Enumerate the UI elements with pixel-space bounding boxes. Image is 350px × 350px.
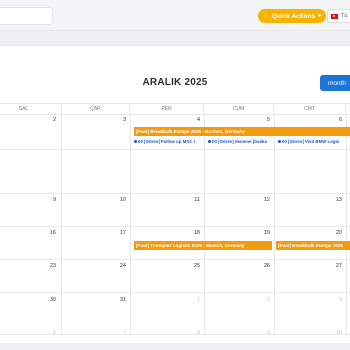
event-breakbulk-europe[interactable]: [Fuar] Breakbulk Europe 2025 [276, 241, 350, 250]
day-number[interactable]: 11 [180, 197, 200, 203]
task-dot-icon [208, 139, 211, 143]
day-number[interactable]: 10 [106, 197, 126, 203]
day-number[interactable]: 9 [36, 197, 56, 203]
chevron-down-icon: ▼ [317, 13, 323, 19]
event-transport-logistic-munich[interactable]: [Fuar] Transport Logistic 2025 - Munich,… [134, 241, 272, 250]
task-label: 00 [Görev] deneme (bueka [212, 139, 267, 144]
day-number-next-month[interactable]: 1 [180, 297, 200, 303]
day-number[interactable]: 16 [36, 230, 56, 236]
day-number[interactable]: 24 [106, 263, 126, 269]
day-number[interactable]: 18 [180, 230, 200, 236]
day-number[interactable]: 13 [322, 197, 342, 203]
day-number-next-month[interactable]: 7 [106, 330, 126, 336]
weekday-header: SAL [0, 104, 62, 114]
month-view-button[interactable]: month [320, 75, 350, 91]
task-label: 00 [Görev] Visit BMW Logis [282, 139, 340, 144]
task-dot-icon [278, 139, 281, 143]
day-number[interactable]: 4 [180, 117, 200, 123]
calendar-card: ARALIK 2025 month SAL ÇAR PER CUM CMT 2 [0, 45, 350, 343]
day-number[interactable]: 27 [322, 263, 342, 269]
day-number-next-month[interactable]: 2 [250, 297, 270, 303]
day-number[interactable]: 5 [250, 117, 270, 123]
weekday-header: CMT [274, 104, 346, 114]
task-item[interactable]: 00 [Görev] deneme (bueka [208, 139, 272, 145]
day-number[interactable]: 26 [250, 263, 270, 269]
day-number[interactable]: 17 [106, 230, 126, 236]
day-number[interactable]: 19 [250, 230, 270, 236]
turkey-flag-icon [331, 13, 338, 19]
top-bar: ⚡ Quick Actions ▼ Tü [0, 0, 350, 31]
weekday-header: ÇAR [62, 104, 130, 114]
day-number[interactable]: 30 [36, 297, 56, 303]
task-dot-icon [134, 139, 137, 143]
weekday-header: PER [130, 104, 204, 114]
day-number-next-month[interactable]: 3 [322, 297, 342, 303]
task-label: 00 [Görev] Follow up MSC I [138, 139, 195, 144]
day-number[interactable]: 23 [36, 263, 56, 269]
task-item[interactable]: 00 [Görev] Visit BMW Logis [278, 139, 348, 145]
day-number[interactable]: 25 [180, 263, 200, 269]
day-number[interactable]: 2 [36, 117, 56, 123]
day-number-next-month[interactable]: 8 [180, 330, 200, 336]
day-number-next-month[interactable]: 10 [322, 330, 342, 336]
search-input[interactable] [0, 7, 53, 25]
day-number[interactable]: 31 [106, 297, 126, 303]
language-label: Tü [341, 13, 348, 19]
quick-actions-button[interactable]: ⚡ Quick Actions ▼ [258, 9, 326, 23]
calendar-grid: SAL ÇAR PER CUM CMT 2 3 4 5 6 [Fuar] Bre… [0, 103, 350, 336]
content-panel: ARALIK 2025 month SAL ÇAR PER CUM CMT 2 [0, 31, 350, 350]
day-number[interactable]: 6 [322, 117, 342, 123]
weekday-header: CUM [204, 104, 274, 114]
day-number[interactable]: 3 [106, 117, 126, 123]
day-number-next-month[interactable]: 6 [36, 330, 56, 336]
quick-actions-label: Quick Actions [271, 12, 316, 20]
event-breakbulk-bremen[interactable]: [Fuar] Breakbulk Europe 2025 - Bremen, G… [134, 127, 350, 136]
day-number[interactable]: 20 [322, 230, 342, 236]
bolt-icon: ⚡ [261, 13, 270, 20]
language-selector[interactable]: Tü [327, 9, 350, 23]
day-number[interactable]: 12 [250, 197, 270, 203]
task-item[interactable]: 00 [Görev] Follow up MSC I [134, 139, 202, 145]
day-number-next-month[interactable]: 9 [250, 330, 270, 336]
calendar-title: ARALIK 2025 [142, 77, 208, 88]
